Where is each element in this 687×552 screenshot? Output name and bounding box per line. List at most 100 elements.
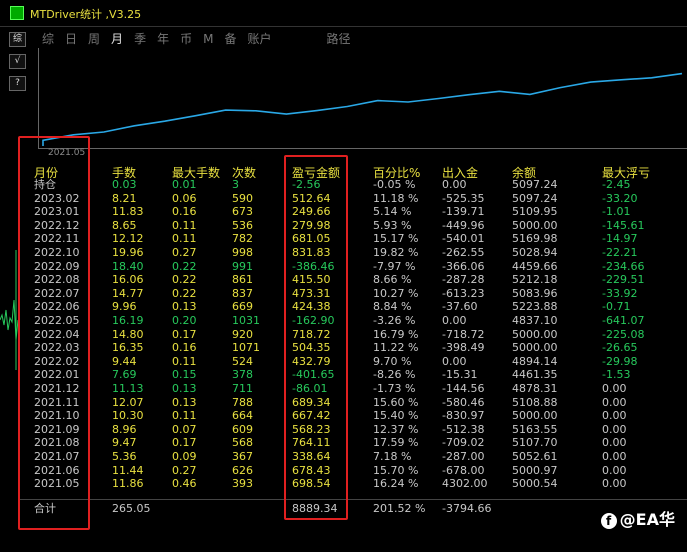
cell-count: 590 <box>232 191 253 205</box>
cell-float: -0.71 <box>602 300 631 314</box>
cell-count: 393 <box>232 477 253 491</box>
total-lots: 265.05 <box>112 502 151 515</box>
cell-float: 0.00 <box>602 409 627 423</box>
highlight-profit-column <box>284 155 348 520</box>
cell-balance: 5169.98 <box>512 232 558 246</box>
cell-count: 788 <box>232 395 253 409</box>
cell-inout: -144.56 <box>442 382 485 395</box>
cell-float: -234.66 <box>602 259 645 273</box>
tab-7[interactable]: M <box>203 32 213 46</box>
cell-lots: 14.77 <box>112 286 144 300</box>
cell-maxlots: 0.11 <box>172 232 197 246</box>
cell-float: 0.00 <box>602 436 627 450</box>
cell-count: 626 <box>232 463 253 477</box>
cell-lots: 12.07 <box>112 395 144 409</box>
help-button[interactable]: ? <box>9 76 26 91</box>
cell-inout: -709.02 <box>442 436 485 450</box>
cell-maxlots: 0.22 <box>172 286 197 300</box>
cell-pct: 12.37 % <box>373 422 419 436</box>
cell-balance: 5000.00 <box>512 409 558 423</box>
cell-maxlots: 0.17 <box>172 436 197 450</box>
cell-float: 0.00 <box>602 477 627 491</box>
cell-float: -641.07 <box>602 314 645 327</box>
cell-count: 711 <box>232 382 253 395</box>
path-label[interactable]: 路径 <box>327 32 351 46</box>
cell-maxlots: 0.46 <box>172 477 197 491</box>
cell-count: 536 <box>232 218 253 232</box>
cell-balance: 5212.18 <box>512 273 558 287</box>
cell-maxlots: 0.06 <box>172 191 197 205</box>
cell-maxlots: 0.13 <box>172 395 197 409</box>
cell-maxlots: 0.16 <box>172 205 197 219</box>
cell-maxlots: 0.20 <box>172 314 197 327</box>
cell-pct: -7.97 % <box>373 259 416 273</box>
cell-maxlots: 0.01 <box>172 178 197 191</box>
cell-balance: 5000.00 <box>512 218 558 232</box>
cell-inout: -718.72 <box>442 327 485 341</box>
cell-balance: 5097.24 <box>512 178 558 191</box>
cell-float: -145.61 <box>602 218 645 232</box>
cell-inout: 0.00 <box>442 178 467 191</box>
cell-maxlots: 0.27 <box>172 246 197 259</box>
tab-0[interactable]: 综 <box>42 32 54 46</box>
cell-balance: 4459.66 <box>512 259 558 273</box>
cell-float: -225.08 <box>602 327 645 341</box>
cell-count: 920 <box>232 327 253 341</box>
window-title: MTDriver统计 ,V3.25 <box>30 8 142 21</box>
tab-1[interactable]: 日 <box>65 32 77 46</box>
cell-pct: -8.26 % <box>373 368 416 382</box>
cell-inout: -449.96 <box>442 218 485 232</box>
tab-8[interactable]: 备 <box>224 32 236 46</box>
tab-9[interactable]: 账户 <box>247 32 271 46</box>
cell-lots: 16.06 <box>112 273 144 287</box>
cell-balance: 5000.97 <box>512 463 558 477</box>
cell-pct: 10.27 % <box>373 286 419 300</box>
cell-lots: 9.44 <box>112 354 137 368</box>
cell-inout: -512.38 <box>442 422 485 436</box>
cell-lots: 9.47 <box>112 436 137 450</box>
cell-float: 0.00 <box>602 450 627 463</box>
cell-inout: -262.55 <box>442 246 485 259</box>
watermark-text: @EA华 <box>619 510 675 529</box>
summary-button[interactable]: 综 <box>9 32 26 47</box>
tab-2[interactable]: 周 <box>88 32 100 46</box>
cell-pct: -3.26 % <box>373 314 416 327</box>
cell-float: -29.98 <box>602 354 638 368</box>
cell-count: 1071 <box>232 341 260 355</box>
cell-maxlots: 0.22 <box>172 259 197 273</box>
cell-balance: 5108.88 <box>512 395 558 409</box>
cell-float: -2.45 <box>602 178 631 191</box>
cell-inout: -15.31 <box>442 368 478 382</box>
tab-6[interactable]: 币 <box>180 32 192 46</box>
side-indicator-wave <box>0 250 19 370</box>
check-button[interactable]: √ <box>9 54 26 69</box>
cell-lots: 19.96 <box>112 246 144 259</box>
cell-inout: 4302.00 <box>442 477 488 491</box>
cell-balance: 5052.61 <box>512 450 558 463</box>
tab-4[interactable]: 季 <box>134 32 146 46</box>
cell-float: -1.53 <box>602 368 631 382</box>
tab-5[interactable]: 年 <box>157 32 169 46</box>
cell-float: 0.00 <box>602 422 627 436</box>
period-tabs: 综日周月季年币 M 备账户 路径 <box>42 30 362 47</box>
cell-pct: -0.05 % <box>373 178 416 191</box>
equity-chart <box>38 48 687 149</box>
cell-lots: 5.36 <box>112 450 137 463</box>
cell-balance: 5223.88 <box>512 300 558 314</box>
cell-count: 664 <box>232 409 253 423</box>
cell-lots: 11.13 <box>112 382 144 395</box>
tab-3[interactable]: 月 <box>111 32 123 46</box>
cell-count: 568 <box>232 436 253 450</box>
cell-float: 0.00 <box>602 463 627 477</box>
cell-pct: -1.73 % <box>373 382 416 395</box>
cell-maxlots: 0.07 <box>172 422 197 436</box>
cell-pct: 15.40 % <box>373 409 419 423</box>
cell-lots: 9.96 <box>112 300 137 314</box>
cell-pct: 7.18 % <box>373 450 412 463</box>
cell-lots: 7.69 <box>112 368 137 382</box>
cell-balance: 4461.35 <box>512 368 558 382</box>
cell-pct: 5.14 % <box>373 205 412 219</box>
total-divider <box>20 499 687 500</box>
cell-maxlots: 0.11 <box>172 409 197 423</box>
cell-lots: 11.86 <box>112 477 144 491</box>
